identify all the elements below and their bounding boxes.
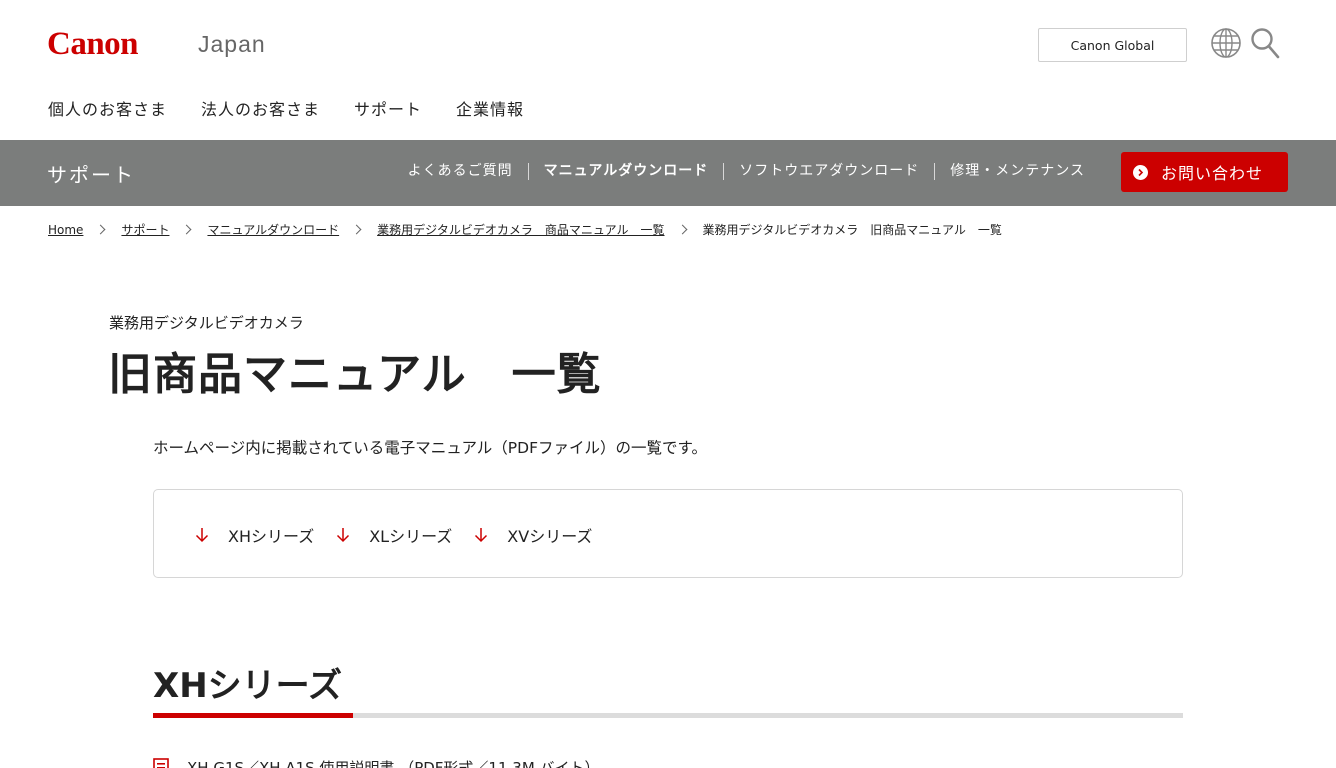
section-divider-accent	[153, 713, 353, 718]
anchor-label: XVシリーズ	[507, 527, 593, 546]
chevron-right-icon	[95, 224, 106, 235]
region-label: Japan	[198, 31, 266, 57]
contact-button-label: お問い合わせ	[1161, 164, 1264, 183]
chevron-right-icon	[182, 224, 192, 235]
nav-corporate[interactable]: 企業情報	[456, 96, 524, 120]
anchor-xv-series[interactable]: XVシリーズ	[474, 523, 592, 547]
globe-icon[interactable]	[1210, 27, 1242, 59]
anchor-label: XLシリーズ	[369, 527, 453, 546]
document-link[interactable]: XH G1S／XH A1S 使用説明書 （PDF形式／11.3M バイト）	[187, 757, 600, 768]
main-nav: 個人のお客さま 法人のお客さま サポート 企業情報	[48, 96, 558, 120]
pdf-icon	[153, 757, 169, 768]
subnav-manual-download[interactable]: マニュアルダウンロード	[527, 163, 724, 180]
breadcrumb-product-manual-list[interactable]: 業務用デジタルビデオカメラ 商品マニュアル 一覧	[377, 221, 664, 238]
anchor-xl-series[interactable]: XLシリーズ	[336, 523, 452, 547]
subnav-repair[interactable]: 修理・メンテナンス	[934, 163, 1100, 180]
anchor-link-box: XHシリーズ XLシリーズ XVシリーズ	[153, 489, 1183, 578]
anchor-xh-series[interactable]: XHシリーズ	[195, 523, 314, 547]
arrow-down-icon	[337, 528, 350, 543]
arrow-down-icon	[195, 528, 209, 543]
anchor-label: XHシリーズ	[228, 527, 315, 546]
breadcrumb-current: 業務用デジタルビデオカメラ 旧商品マニュアル 一覧	[702, 223, 1002, 237]
page-intro: ホームページ内に掲載されている電子マニュアル（PDFファイル）の一覧です。	[153, 439, 707, 457]
anchor-list: XHシリーズ XLシリーズ XVシリーズ	[195, 523, 614, 547]
nav-personal[interactable]: 個人のお客さま	[48, 96, 167, 120]
section-title-xh: XHシリーズ	[153, 666, 342, 706]
contact-button[interactable]: お問い合わせ	[1121, 152, 1288, 192]
breadcrumb-manual-download[interactable]: マニュアルダウンロード	[207, 221, 339, 238]
page-eyebrow: 業務用デジタルビデオカメラ	[109, 314, 304, 332]
support-sub-nav: よくあるご質問 マニュアルダウンロード ソフトウエアダウンロード 修理・メンテナ…	[393, 163, 1100, 180]
breadcrumb-home[interactable]: Home	[48, 223, 83, 237]
canon-logo[interactable]: Canon	[47, 26, 139, 63]
breadcrumb: Home サポート マニュアルダウンロード 業務用デジタルビデオカメラ 商品マニ…	[48, 221, 1002, 238]
chevron-right-icon	[351, 224, 362, 235]
support-bar: サポート よくあるご質問 マニュアルダウンロード ソフトウエアダウンロード 修理…	[0, 140, 1336, 206]
subnav-software-download[interactable]: ソフトウエアダウンロード	[723, 163, 934, 180]
nav-support[interactable]: サポート	[354, 96, 422, 120]
site-header: Canon Japan Canon Global 個人のお客さま 法人のお客さま…	[0, 0, 1336, 140]
section-divider	[153, 713, 1183, 718]
chevron-right-icon	[677, 224, 687, 235]
breadcrumb-support[interactable]: サポート	[121, 221, 169, 238]
chevron-right-icon	[1133, 164, 1148, 180]
arrow-down-icon	[475, 528, 488, 543]
page-title: 旧商品マニュアル 一覧	[108, 349, 602, 400]
canon-global-button[interactable]: Canon Global	[1038, 28, 1187, 62]
document-row: XH G1S／XH A1S 使用説明書 （PDF形式／11.3M バイト）	[153, 757, 600, 768]
search-icon[interactable]	[1250, 27, 1280, 59]
support-title[interactable]: サポート	[47, 159, 135, 188]
subnav-faq[interactable]: よくあるご質問	[393, 163, 528, 180]
nav-business[interactable]: 法人のお客さま	[201, 96, 320, 120]
